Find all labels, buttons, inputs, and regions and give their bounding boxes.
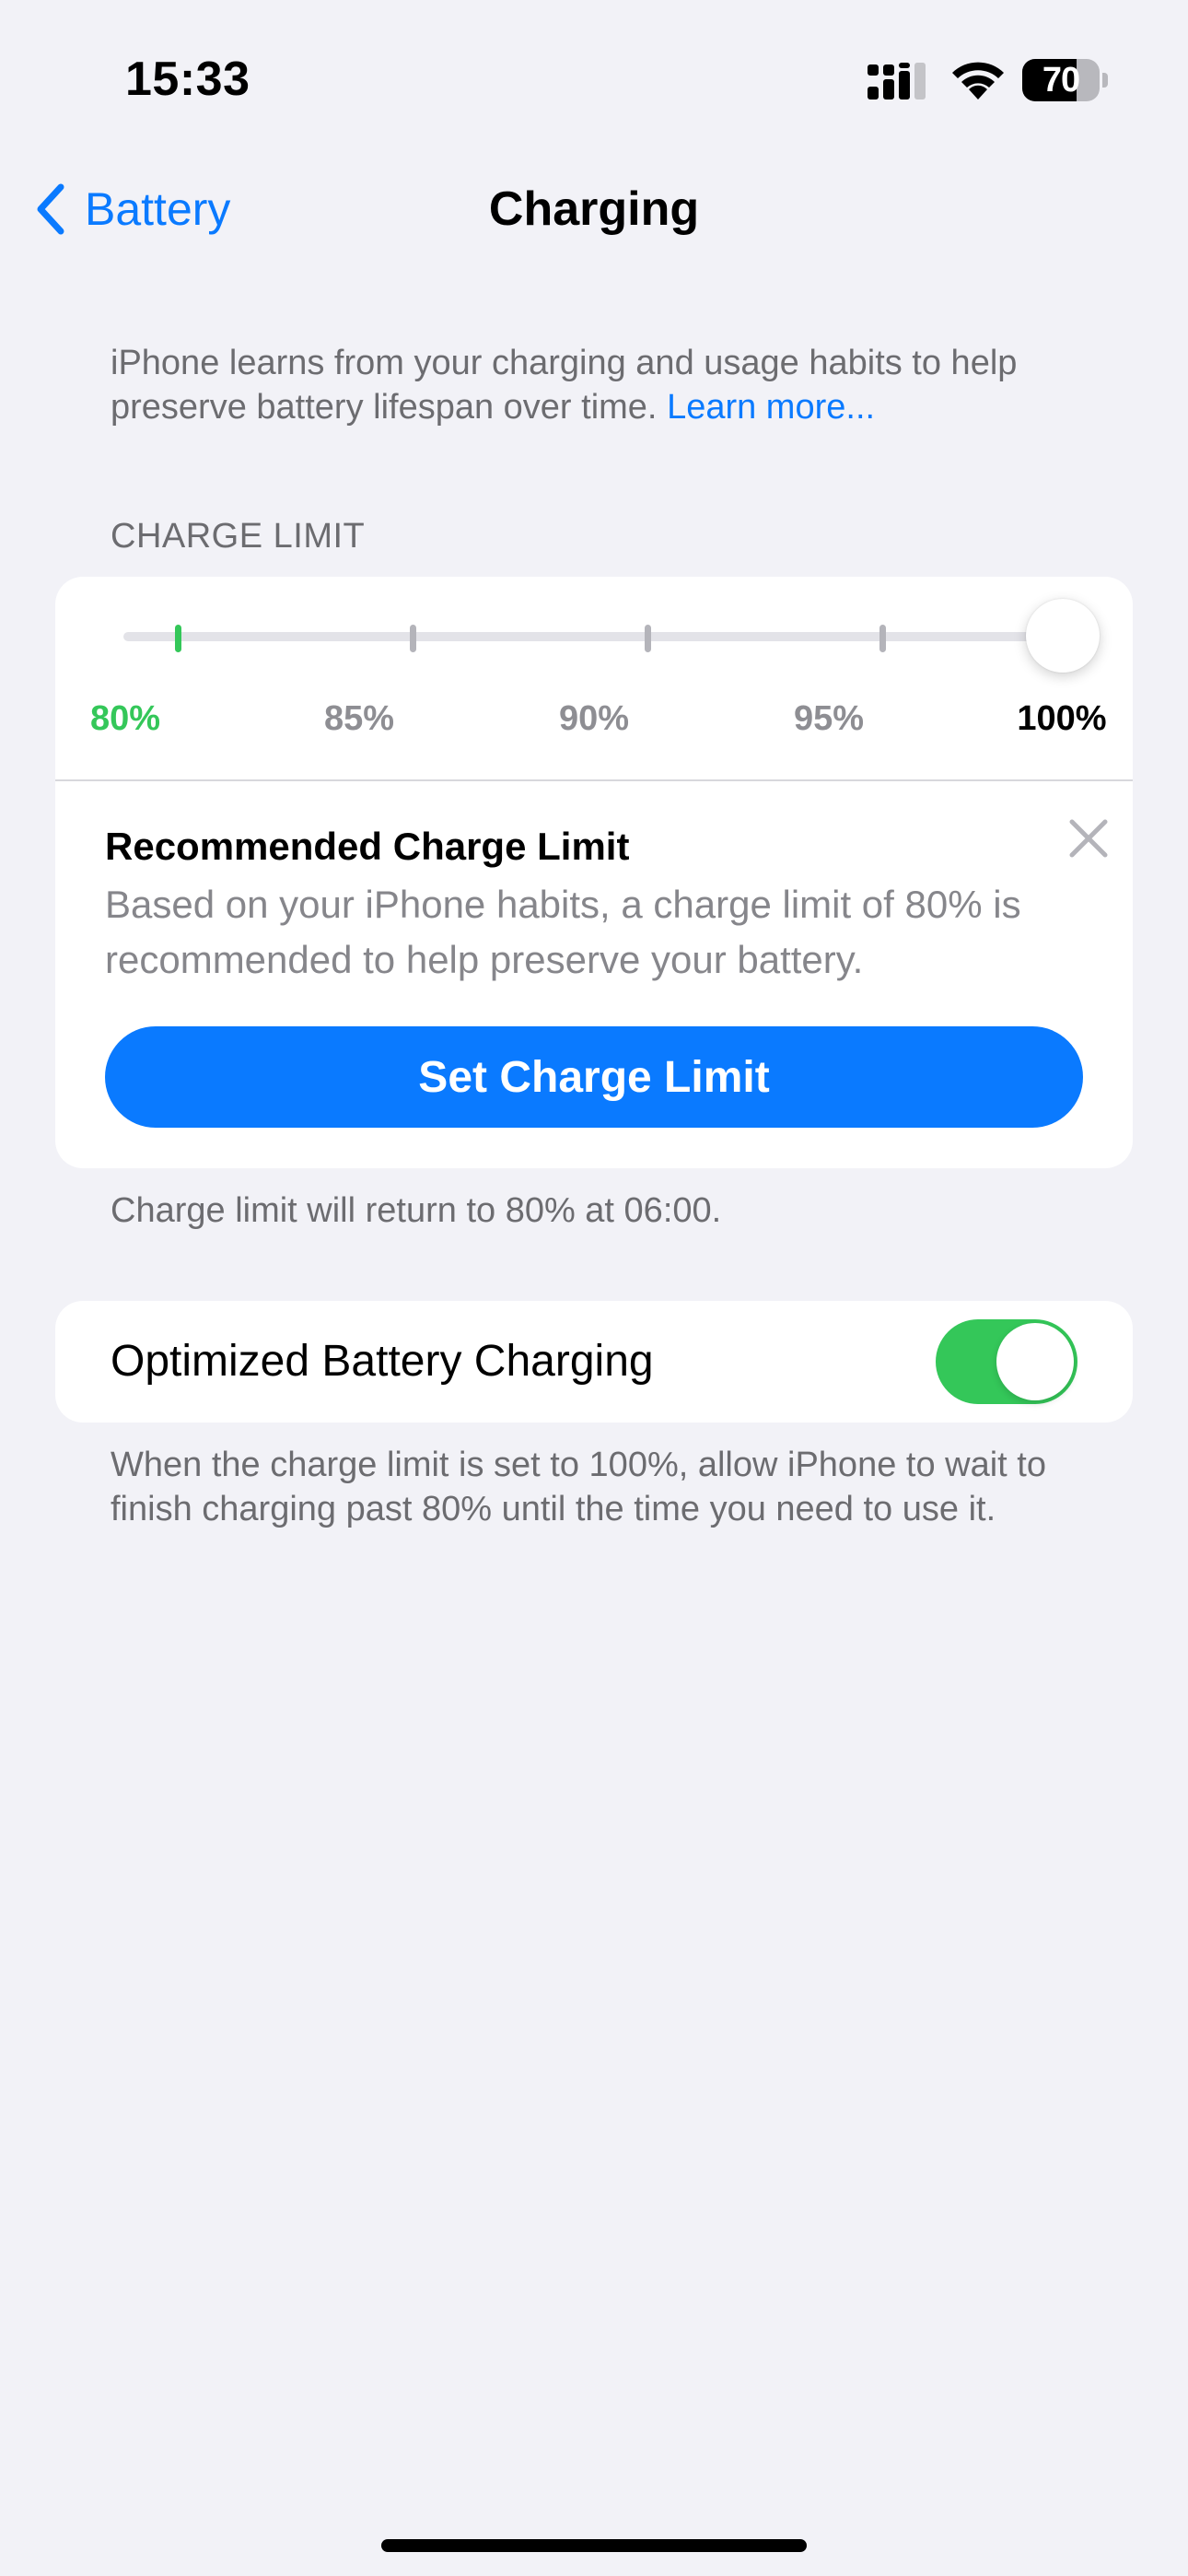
slider-label-100: 100%: [1017, 699, 1107, 738]
charge-limit-footnote: Charge limit will return to 80% at 06:00…: [111, 1191, 722, 1230]
set-charge-limit-button[interactable]: Set Charge Limit: [105, 1026, 1083, 1128]
status-time: 15:33: [125, 53, 250, 106]
slider-tick-95: [879, 625, 886, 652]
close-icon[interactable]: [1061, 811, 1116, 866]
charge-limit-header: CHARGE LIMIT: [111, 517, 366, 556]
battery-percent: 70: [1042, 61, 1080, 100]
cellular-signal-icon: [868, 63, 926, 100]
slider-tick-90: [645, 625, 651, 652]
optimized-charging-label: Optimized Battery Charging: [111, 1337, 654, 1386]
wifi-icon: [952, 62, 1004, 100]
slider-tick-85: [410, 625, 416, 652]
optimized-charging-row: Optimized Battery Charging: [55, 1301, 1133, 1423]
intro-text: iPhone learns from your charging and usa…: [111, 341, 1105, 429]
page-title: Charging: [488, 182, 700, 236]
intro-description: iPhone learns from your charging and usa…: [111, 344, 1018, 427]
slider-label-80: 80%: [89, 699, 161, 738]
recommendation-title: Recommended Charge Limit: [105, 825, 630, 868]
toggle-knob: [996, 1323, 1074, 1400]
slider-thumb[interactable]: [1026, 599, 1100, 673]
recommendation-description: Based on your iPhone habits, a charge li…: [105, 883, 1021, 981]
slider-tick-80: [175, 625, 181, 652]
optimized-charging-toggle[interactable]: [936, 1319, 1077, 1404]
slider-label-95: 95%: [793, 699, 865, 738]
charge-limit-card: 80% 85% 90% 95% 100% Recommended Charge …: [55, 577, 1133, 1168]
slider-track: [123, 632, 1076, 641]
battery-status-icon: 70: [1022, 59, 1109, 101]
optimized-charging-description: When the charge limit is set to 100%, al…: [111, 1446, 1046, 1528]
home-indicator[interactable]: [381, 2539, 807, 2552]
slider-label-90: 90%: [558, 699, 630, 738]
learn-more-link[interactable]: Learn more...: [667, 388, 875, 427]
charge-limit-slider[interactable]: 80% 85% 90% 95% 100%: [55, 577, 1133, 779]
slider-label-85: 85%: [323, 699, 395, 738]
divider: [55, 779, 1133, 781]
